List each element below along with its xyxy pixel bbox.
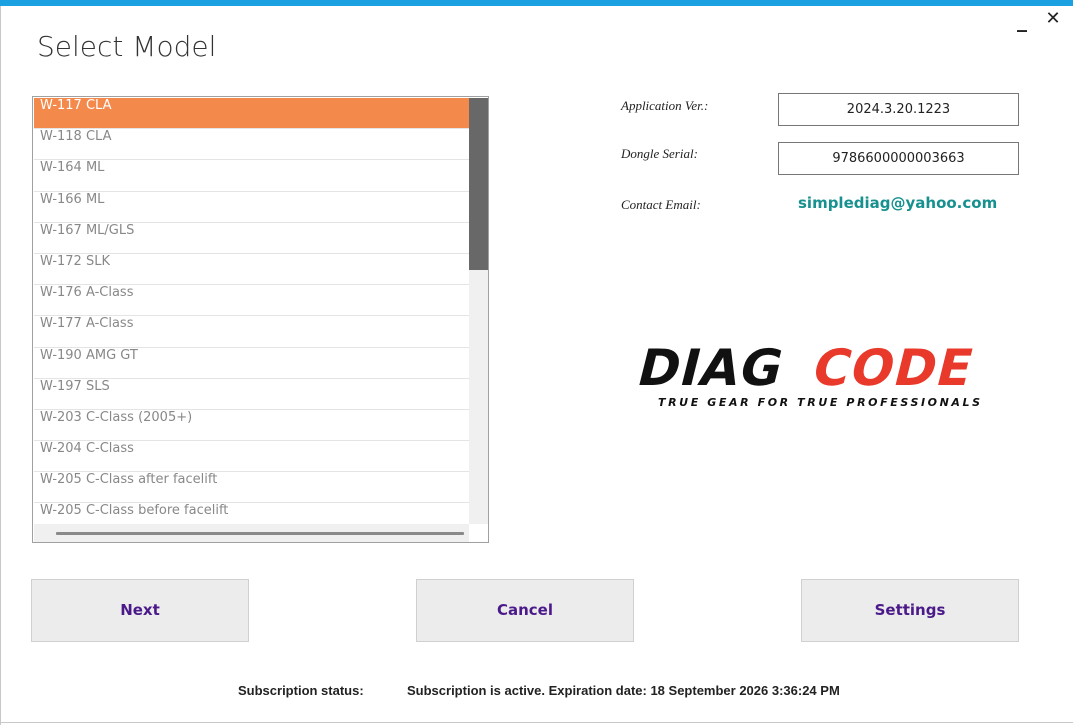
settings-button[interactable]: Settings bbox=[801, 579, 1019, 642]
contact-email-label: Contact Email: bbox=[621, 197, 701, 212]
model-list-item[interactable]: W-190 AMG GT bbox=[34, 348, 469, 379]
model-list-item[interactable]: W-197 SLS bbox=[34, 379, 469, 410]
model-list-item[interactable]: W-176 A-Class bbox=[34, 285, 469, 317]
model-list-item[interactable]: W-166 ML bbox=[34, 192, 469, 223]
dongle-serial-field: 9786600000003663 bbox=[778, 142, 1019, 175]
window-border-left bbox=[0, 6, 1, 725]
contact-email-link[interactable]: simplediag@yahoo.com bbox=[798, 194, 997, 212]
model-list-item[interactable]: W-167 ML/GLS bbox=[34, 223, 469, 254]
app-version-label: Application Ver.: bbox=[621, 98, 709, 113]
vertical-scrollbar[interactable] bbox=[469, 98, 488, 524]
diagcode-logo: DIAG CODE TRUE GEAR FOR TRUE PROFESSIONA… bbox=[629, 336, 1029, 417]
app-version-field: 2024.3.20.1223 bbox=[778, 93, 1019, 126]
subscription-status-text: Subscription is active. Expiration date:… bbox=[407, 683, 840, 698]
page-title: Select Model bbox=[37, 30, 217, 63]
model-listbox[interactable]: W-117 CLA W-118 CLA W-164 ML W-166 ML W-167 … bbox=[32, 96, 489, 543]
window-border-bottom bbox=[0, 722, 1073, 723]
model-list: W-117 CLA W-118 CLA W-164 ML W-166 ML W-167 … bbox=[34, 98, 469, 535]
model-list-item[interactable]: W-164 ML bbox=[34, 160, 469, 192]
model-list-item[interactable]: W-118 CLA bbox=[34, 129, 469, 161]
model-list-item[interactable]: W-203 C-Class (2005+) bbox=[34, 410, 469, 442]
minimize-button[interactable]: _ bbox=[1014, 10, 1030, 30]
model-list-item[interactable]: W-177 A-Class bbox=[34, 316, 469, 348]
model-list-item[interactable]: W-172 SLK bbox=[34, 254, 469, 286]
model-list-item[interactable]: W-117 CLA bbox=[34, 98, 469, 130]
logo-tagline: TRUE GEAR FOR TRUE PROFESSIONALS bbox=[658, 396, 983, 409]
logo-brand-right: CODE bbox=[807, 339, 980, 397]
logo-brand-left: DIAG bbox=[632, 339, 790, 397]
subscription-status-label: Subscription status: bbox=[238, 683, 364, 698]
horizontal-scrollbar-thumb[interactable] bbox=[56, 532, 464, 535]
next-button[interactable]: Next bbox=[31, 579, 249, 642]
dongle-serial-label: Dongle Serial: bbox=[621, 146, 698, 161]
model-list-item[interactable]: W-204 C-Class bbox=[34, 441, 469, 473]
diagcode-logo-graphic: DIAG CODE TRUE GEAR FOR TRUE PROFESSIONA… bbox=[632, 339, 983, 409]
close-button[interactable]: ✕ bbox=[1044, 9, 1062, 29]
window-accent-bar bbox=[0, 0, 1073, 6]
cancel-button[interactable]: Cancel bbox=[416, 579, 634, 642]
vertical-scrollbar-thumb[interactable] bbox=[469, 98, 488, 270]
horizontal-scrollbar[interactable] bbox=[34, 524, 469, 542]
model-list-item[interactable]: W-205 C-Class after facelift bbox=[34, 472, 469, 504]
